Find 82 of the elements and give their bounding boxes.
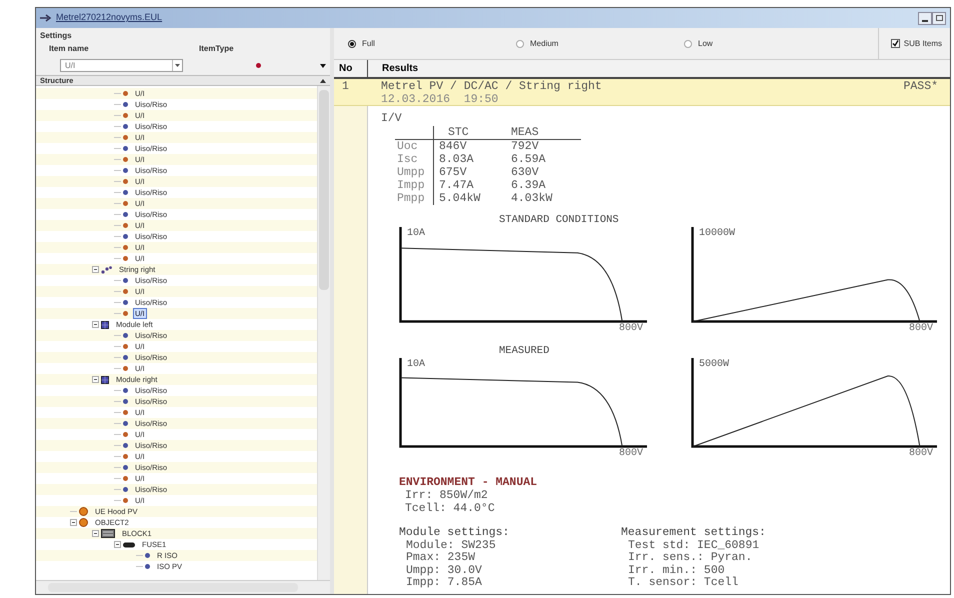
setting-line: Test std: IEC_60891 — [628, 540, 760, 552]
section-title: ENVIRONMENT - MANUAL — [399, 476, 538, 489]
result-title: Metrel PV / DC/AC / String right — [381, 80, 603, 93]
column-header: No — [334, 60, 368, 77]
section-title: Measurement settings: — [621, 527, 766, 540]
row-number: 1 — [342, 80, 349, 93]
radio-button[interactable] — [348, 40, 356, 48]
row-label: Impp — [397, 179, 425, 192]
field-label: ItemType — [199, 43, 234, 55]
radio-label[interactable]: Medium — [530, 38, 558, 50]
result-status: PASS* — [903, 79, 939, 95]
dropdown-arrow-icon[interactable] — [320, 64, 326, 68]
table-cell: 675V — [439, 166, 467, 179]
setting-line: Tcell: 44.0°C — [405, 502, 496, 515]
module-icon — [101, 320, 109, 328]
expander-icon[interactable] — [92, 266, 99, 273]
expander-icon[interactable] — [114, 541, 121, 548]
setting-line: Irr. min.: 500 — [628, 564, 726, 576]
row-label: Pmpp — [397, 192, 425, 205]
setting-line: Pmax: 235W — [406, 552, 476, 564]
table-cell: 630V — [511, 166, 539, 179]
row-label: Isc — [397, 153, 418, 166]
table-cell: 4.03kW — [511, 192, 552, 205]
result-date: 12.03.2016 19:50 — [381, 93, 500, 106]
table-cell: 6.39A — [511, 179, 546, 192]
table-cell: 792V — [511, 140, 539, 153]
setting-line: Module: SW235 — [406, 540, 497, 552]
table-cell: 7.47A — [439, 179, 474, 192]
column-header: STC — [448, 126, 469, 139]
expander-icon[interactable] — [92, 530, 99, 537]
setting-line: Irr. sens.: Pyran. — [628, 552, 754, 564]
axis-label: 10A — [407, 228, 426, 239]
scrollbar-thumb[interactable] — [319, 90, 329, 290]
radio-button[interactable] — [516, 40, 524, 48]
axis-label: 10000W — [699, 228, 736, 239]
row-label: Umpp — [397, 166, 425, 179]
table-cell: 6.59A — [511, 153, 546, 166]
app-icon — [40, 14, 52, 22]
axis-label: 800V — [908, 448, 933, 459]
window-title: Metrel270212novyms.EUL — [56, 11, 162, 24]
vertical-scrollbar[interactable] — [317, 86, 330, 580]
table-cell: 5.04kW — [439, 192, 480, 205]
module-icon — [101, 376, 109, 384]
collapse-arrow-icon[interactable] — [320, 78, 326, 82]
axis-label: 800V — [618, 323, 643, 334]
field-label: Item name — [49, 43, 90, 55]
setting-line: Impp: 7.85A — [406, 577, 483, 590]
item-name-combo[interactable]: U/I — [60, 59, 184, 72]
row-label: Uoc — [397, 140, 418, 153]
minimize-button[interactable] — [918, 12, 932, 24]
axis-label: 800V — [908, 323, 933, 334]
group-label: Settings — [40, 30, 73, 42]
expander-icon[interactable] — [92, 376, 99, 383]
chart-title: STANDARD CONDITIONS — [499, 214, 619, 226]
checkbox-label[interactable]: SUB Items — [904, 38, 942, 50]
string-icon — [101, 266, 112, 274]
column-header: Results — [381, 62, 418, 76]
item-type-color-icon — [256, 63, 262, 68]
axis-label: 5000W — [699, 359, 730, 370]
setting-line: Umpp: 30.0V — [406, 564, 483, 577]
setting-line: T. sensor: Tcell — [628, 577, 740, 590]
radio-label[interactable]: Low — [698, 38, 713, 50]
table-cell: 846V — [439, 140, 467, 153]
section-label: I/V — [381, 112, 403, 125]
horizontal-scrollbar[interactable] — [36, 580, 330, 594]
axis-label: 800V — [618, 448, 643, 459]
axis-label: 10A — [407, 359, 426, 370]
result-row[interactable]: 1 Metrel PV / DC/AC / String right 12.03.2016 19:50 PASS* — [334, 79, 950, 106]
expander-icon[interactable] — [92, 321, 99, 328]
section-title: Module settings: — [399, 527, 510, 540]
maximize-button[interactable] — [932, 12, 946, 24]
radio-button[interactable] — [684, 40, 692, 48]
expander-icon[interactable] — [70, 519, 77, 526]
table-cell: 8.03A — [439, 153, 474, 166]
radio-label[interactable]: Full — [362, 38, 375, 50]
chart-title: MEASURED — [499, 345, 550, 357]
checkbox[interactable] — [890, 39, 900, 48]
column-header: MEAS — [511, 126, 539, 139]
block-icon — [101, 529, 115, 538]
fuse-icon — [123, 542, 135, 548]
setting-line: Irr: 850W/m2 — [405, 489, 489, 502]
dropdown-arrow-icon — [175, 64, 180, 67]
